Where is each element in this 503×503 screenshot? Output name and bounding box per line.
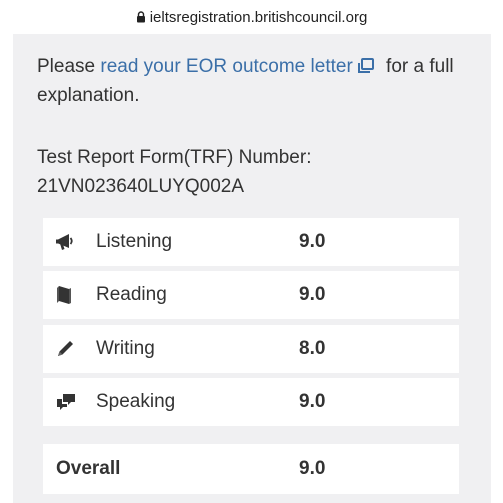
score-label: Listening — [96, 231, 173, 252]
score-row-writing: Writing 8.0 — [43, 325, 459, 373]
url-text: ieltsregistration.britishcouncil.org — [149, 8, 368, 26]
score-label: Writing — [96, 338, 155, 359]
score-value: 9.0 — [299, 231, 326, 252]
speech-bubbles-icon — [57, 394, 75, 410]
score-value: 9.0 — [299, 284, 326, 305]
lock-icon — [136, 11, 145, 23]
score-value: 8.0 — [299, 338, 326, 359]
score-label: Reading — [96, 284, 167, 305]
trf-label: Test Report Form(TRF) Number: — [37, 147, 312, 168]
book-icon — [57, 286, 71, 304]
eor-explanation: Please read your EOR outcome letter for … — [37, 52, 477, 110]
eor-link-label: read your EOR outcome letter — [100, 56, 353, 77]
intro-prefix: Please — [37, 56, 101, 77]
pencil-icon — [58, 341, 73, 356]
megaphone-icon — [56, 234, 73, 250]
score-row-speaking: Speaking 9.0 — [43, 378, 459, 426]
overall-label: Overall — [56, 458, 121, 479]
score-row-listening: Listening 9.0 — [43, 218, 459, 266]
score-row-reading: Reading 9.0 — [43, 271, 459, 319]
trf-number: 21VN023640LUYQ002A — [37, 176, 245, 197]
score-label: Speaking — [96, 391, 176, 412]
trf-block: Test Report Form(TRF) Number: 21VN023640… — [37, 143, 477, 201]
score-row-overall: Overall 9.0 — [43, 444, 459, 494]
overall-score: 9.0 — [299, 458, 326, 479]
eor-outcome-letter-link[interactable]: read your EOR outcome letter — [100, 56, 380, 77]
score-value: 9.0 — [299, 391, 326, 412]
address-bar[interactable]: ieltsregistration.britishcouncil.org — [0, 0, 503, 34]
external-link-icon — [357, 58, 374, 73]
